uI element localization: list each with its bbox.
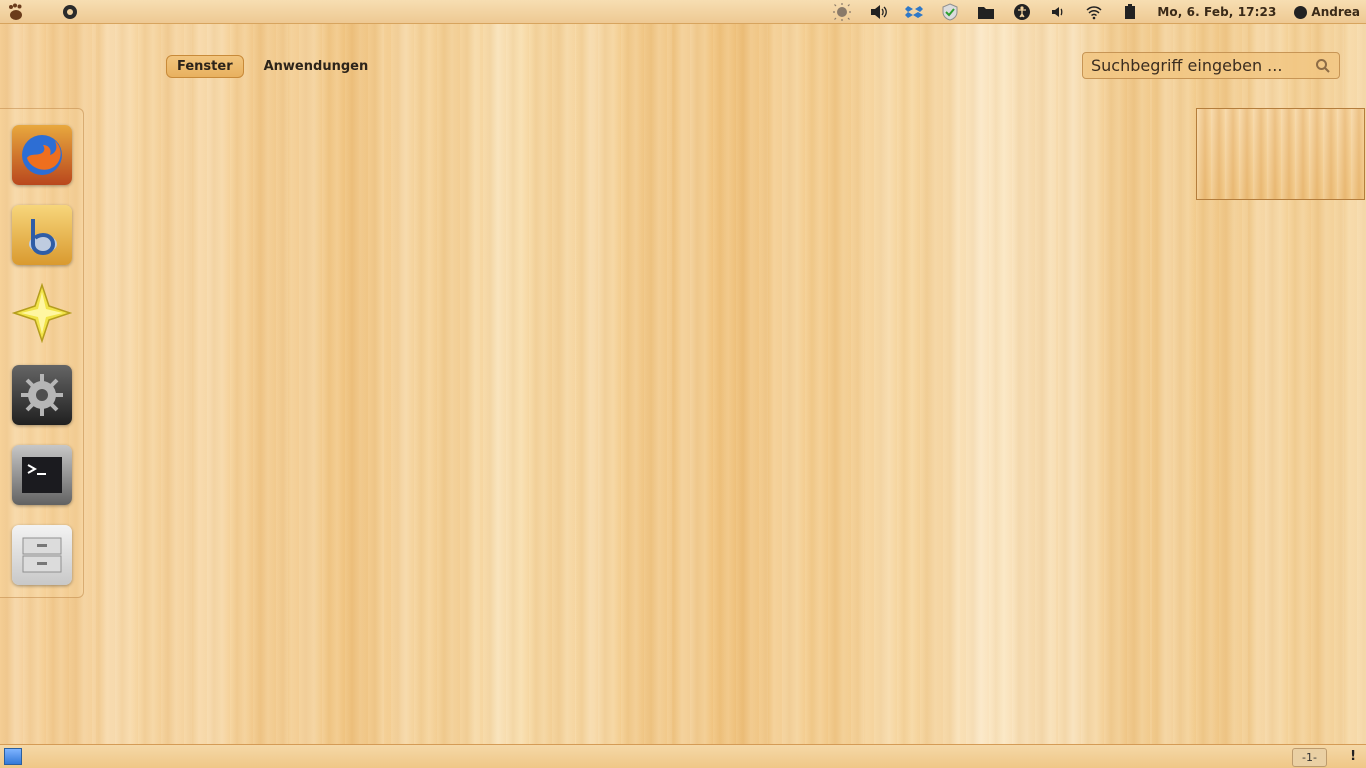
dropbox-icon[interactable]	[905, 3, 924, 21]
system-settings-icon	[21, 374, 63, 416]
notification-indicator[interactable]: !	[1350, 749, 1356, 764]
gnome-foot-icon[interactable]	[6, 2, 26, 22]
clipboard-icon[interactable]	[1121, 3, 1139, 21]
firefox-icon	[22, 135, 62, 175]
filter-fenster[interactable]: Fenster	[166, 55, 244, 78]
launcher-item-terminal[interactable]	[12, 445, 72, 505]
workspace-preview[interactable]	[1196, 108, 1365, 200]
user-status-icon	[1294, 5, 1308, 19]
clock[interactable]: Mo, 6. Feb, 17:23	[1157, 5, 1276, 19]
power-settings-icon[interactable]	[60, 2, 80, 22]
top-panel: Mo, 6. Feb, 17:23 Andrea	[0, 0, 1366, 24]
accessibility-icon[interactable]	[1013, 3, 1031, 21]
launcher-item-file-cabinet[interactable]	[12, 525, 72, 585]
search-icon[interactable]	[1315, 58, 1331, 74]
user-menu[interactable]: Andrea	[1294, 5, 1360, 19]
weather-icon[interactable]	[833, 3, 852, 21]
file-cabinet-icon	[22, 537, 62, 573]
top-panel-left	[6, 2, 80, 22]
shield-check-icon[interactable]	[941, 3, 959, 21]
beatbox-icon	[29, 219, 57, 256]
folder-icon[interactable]	[977, 3, 995, 21]
volume-icon[interactable]	[869, 3, 888, 21]
filter-anwendungen[interactable]: Anwendungen	[254, 56, 379, 77]
system-tray: Mo, 6. Feb, 17:23 Andrea	[833, 2, 1360, 22]
search-input[interactable]	[1089, 55, 1313, 76]
star-icon	[12, 283, 72, 343]
workspace-switcher[interactable]: -1-	[1292, 748, 1327, 767]
view-filters: Fenster Anwendungen	[166, 55, 378, 78]
launcher-item-system-settings[interactable]	[12, 365, 72, 425]
speaker-icon[interactable]	[1049, 3, 1067, 21]
launcher-item-star[interactable]	[12, 283, 72, 343]
launcher-item-beatbox[interactable]	[12, 205, 72, 265]
wifi-icon[interactable]	[1085, 3, 1103, 21]
terminal-icon	[22, 457, 62, 493]
bottom-panel: -1- !	[0, 744, 1366, 768]
search-box	[1082, 52, 1340, 79]
user-name: Andrea	[1311, 5, 1360, 19]
launcher-panel	[0, 108, 84, 598]
launcher-item-firefox[interactable]	[12, 125, 72, 185]
show-desktop-icon[interactable]	[4, 748, 22, 765]
